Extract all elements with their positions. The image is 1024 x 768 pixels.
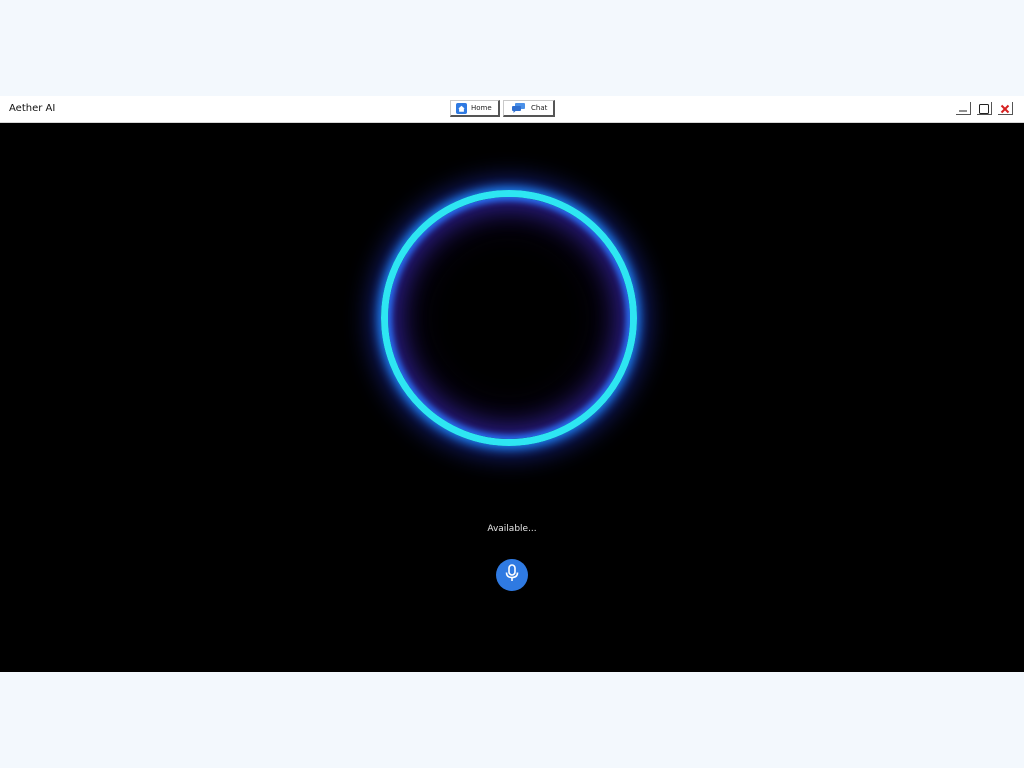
maximize-button[interactable] xyxy=(977,102,992,115)
assistant-glow-ring xyxy=(381,190,637,446)
microphone-icon xyxy=(505,564,519,586)
title-bar: Aether AI Home Chat xyxy=(0,96,1024,123)
home-button[interactable]: Home xyxy=(450,100,500,117)
app-window: Aether AI Home Chat Available... xyxy=(0,96,1024,672)
assistant-status: Available... xyxy=(487,524,537,534)
home-icon xyxy=(456,102,467,114)
app-title: Aether AI xyxy=(9,103,56,114)
microphone-button[interactable] xyxy=(496,559,528,591)
minimize-icon xyxy=(958,99,968,118)
chat-button[interactable]: Chat xyxy=(503,100,556,117)
chat-bubbles-icon xyxy=(512,103,525,113)
chat-label: Chat xyxy=(531,104,548,112)
home-label: Home xyxy=(471,104,492,112)
maximize-icon xyxy=(979,99,989,118)
close-icon xyxy=(1000,99,1010,118)
minimize-button[interactable] xyxy=(956,102,971,115)
close-button[interactable] xyxy=(998,102,1013,115)
assistant-stage: Available... xyxy=(0,123,1024,672)
